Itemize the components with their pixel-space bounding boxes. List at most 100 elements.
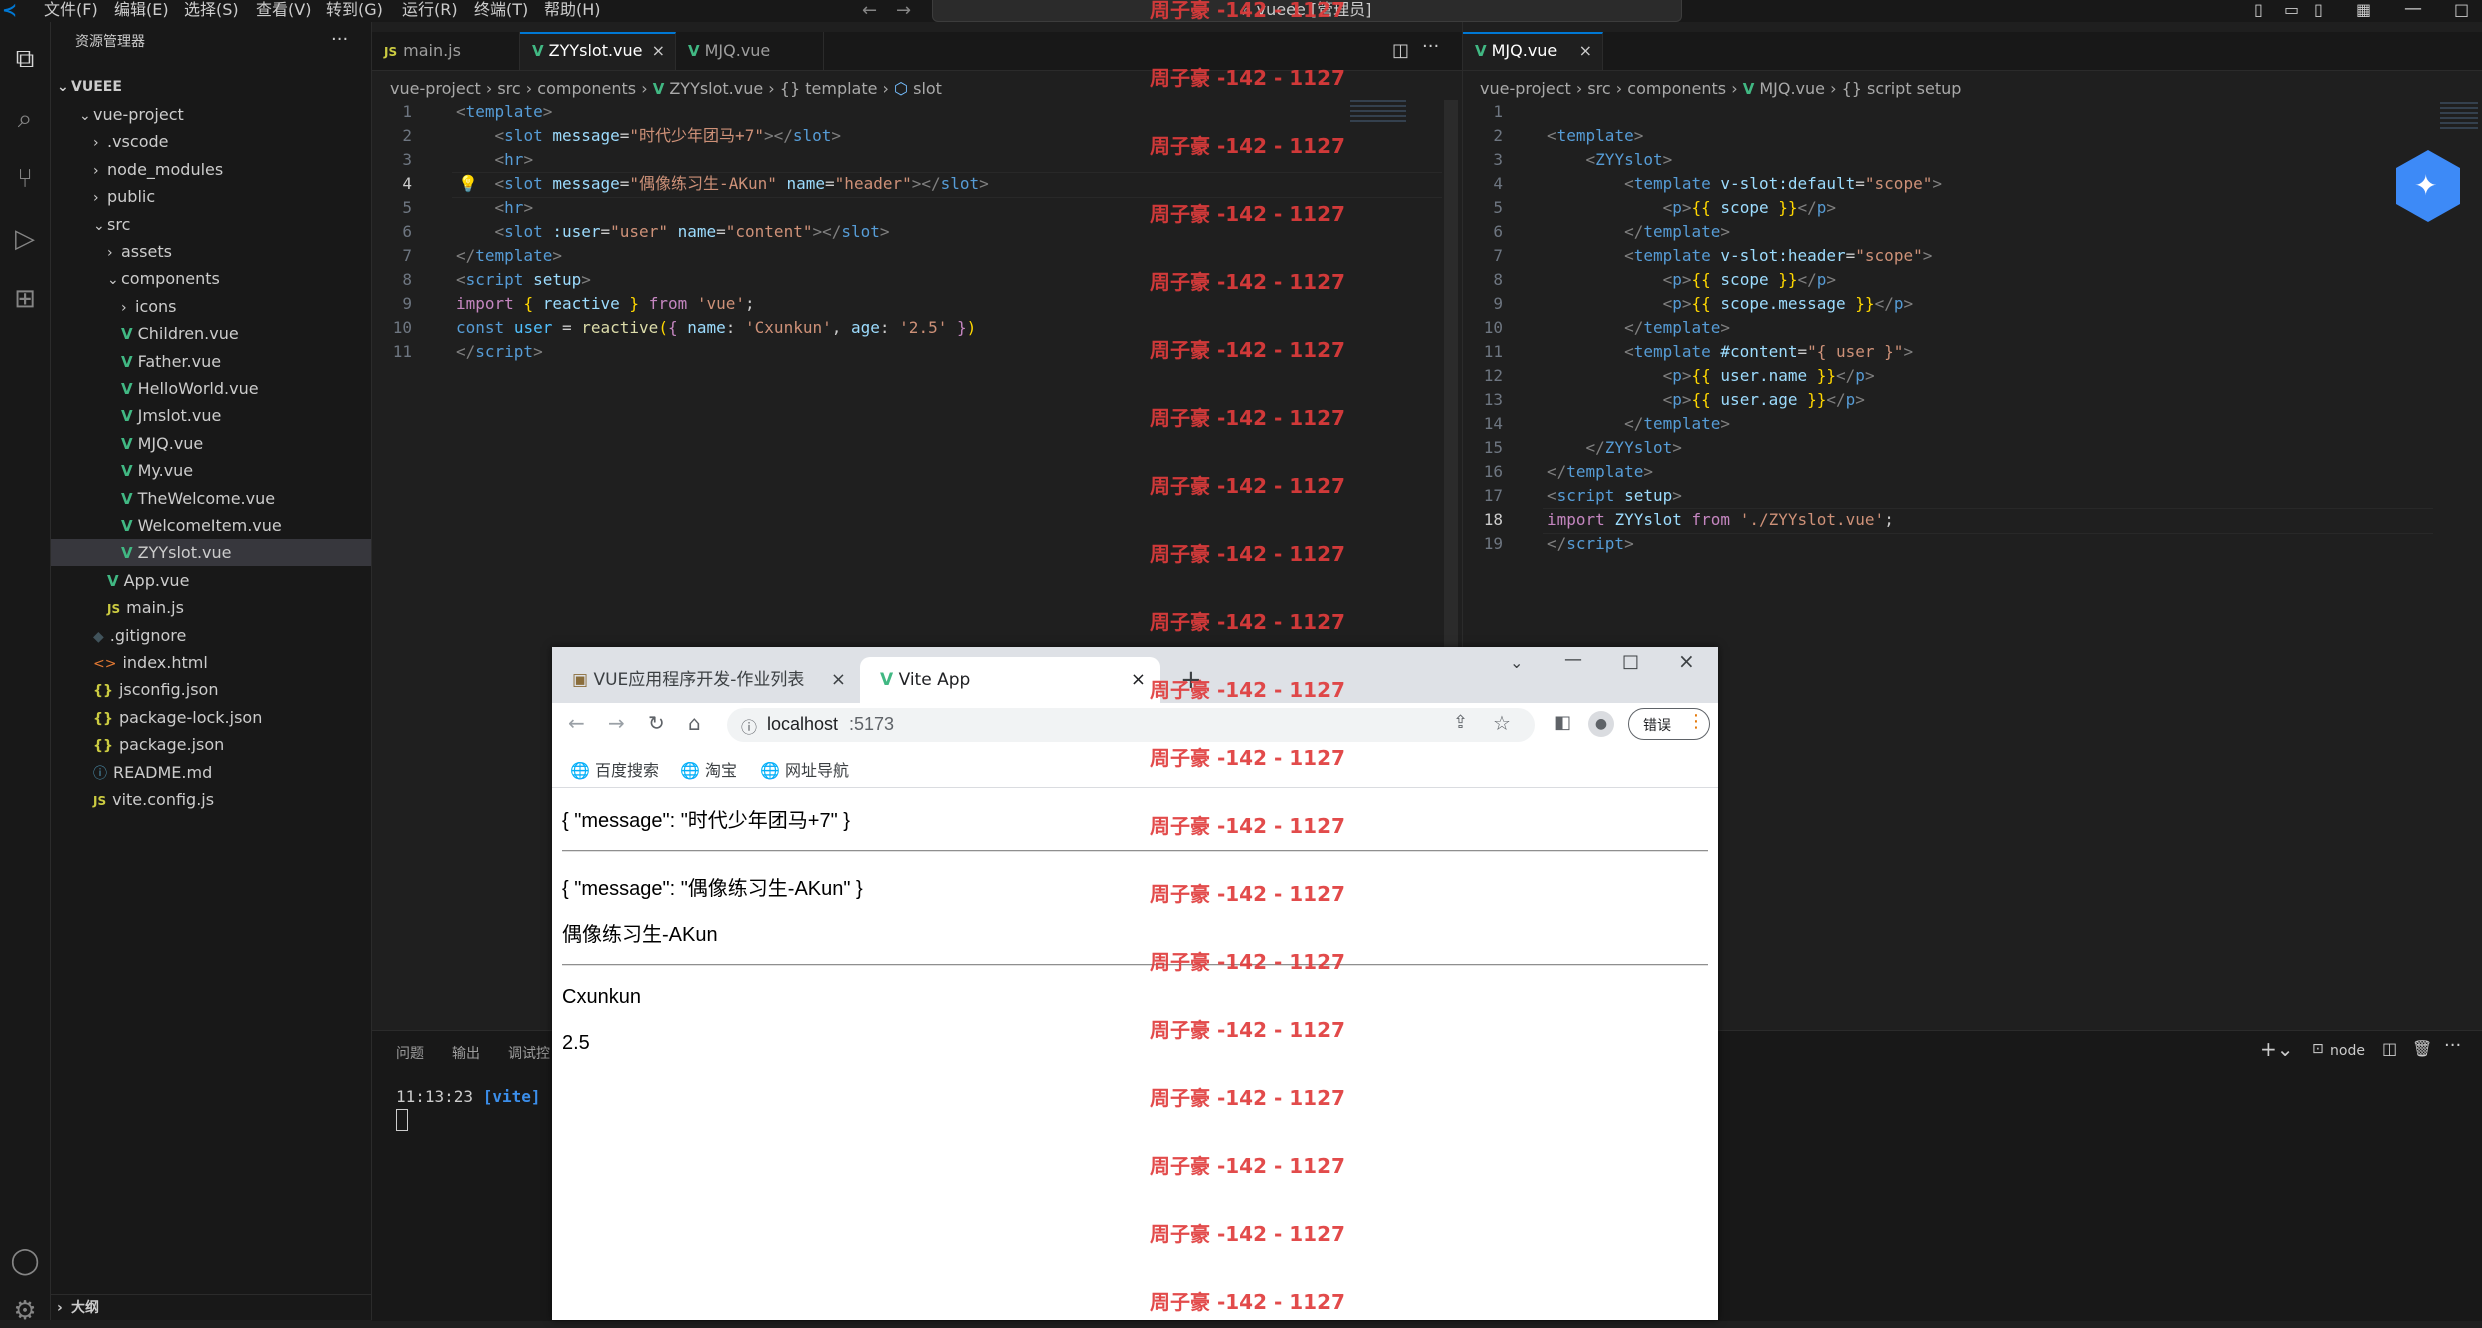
split-terminal-icon[interactable]: ◫ — [2382, 1039, 2397, 1058]
menu-terminal[interactable]: 终端(T) — [474, 0, 528, 22]
crumb[interactable]: ZYYslot.vue — [669, 79, 763, 98]
bookmark-star-icon[interactable]: ☆ — [1493, 711, 1511, 735]
split-editor-icon[interactable]: ◫ — [1392, 40, 1409, 61]
crumb[interactable]: vue-project — [1480, 79, 1571, 98]
crumb[interactable]: components — [537, 79, 636, 98]
outline-section[interactable]: › 大纲 — [51, 1294, 371, 1322]
tree-item[interactable]: ⓘ README.md — [51, 759, 371, 786]
tree-item[interactable]: JS vite.config.js — [51, 786, 371, 813]
tree-item[interactable]: ⌄ vue-project — [51, 101, 371, 128]
trash-icon[interactable]: 🗑 — [2412, 1039, 2432, 1058]
tab-search-chevron-icon[interactable]: ⌄ — [1510, 653, 1523, 672]
close-icon[interactable]: × — [652, 34, 665, 68]
site-info-icon[interactable]: ⓘ — [741, 714, 757, 738]
run-debug-icon[interactable]: ▷ — [8, 222, 42, 256]
tree-item[interactable]: V MJQ.vue — [51, 430, 371, 457]
tree-item[interactable]: JS main.js — [51, 594, 371, 621]
bookmark-taobao[interactable]: 🌐 淘宝 — [680, 757, 737, 781]
menu-edit[interactable]: 编辑(E) — [114, 0, 169, 22]
menu-go[interactable]: 转到(G) — [326, 0, 383, 22]
browser-tab-vite-app[interactable]: V Vite App × — [860, 657, 1160, 703]
panel-tab-debug-console[interactable]: 调试控 — [508, 1043, 550, 1063]
more-actions-icon[interactable]: ··· — [331, 22, 348, 62]
back-arrow-icon[interactable]: ← — [862, 0, 877, 21]
tree-item[interactable]: <> index.html — [51, 649, 371, 676]
extensions-icon[interactable]: ⊞ — [8, 282, 42, 316]
tree-item[interactable]: V TheWelcome.vue — [51, 485, 371, 512]
bookmark-baidu[interactable]: 🌐 百度搜索 — [570, 757, 659, 781]
crumb[interactable]: MJQ.vue — [1759, 79, 1825, 98]
tab-main-js[interactable]: JS main.js — [372, 32, 520, 70]
tree-item[interactable]: › .vscode — [51, 128, 371, 155]
explorer-icon[interactable]: ⧉ — [8, 42, 42, 76]
panel-tab-output[interactable]: 输出 — [452, 1043, 480, 1063]
panel-tab-problems[interactable]: 问题 — [396, 1043, 424, 1063]
terminal-output[interactable]: 11:13:23 [vite] ( — [396, 1087, 560, 1106]
share-icon[interactable]: ⇪ — [1453, 712, 1468, 733]
tree-item[interactable]: › node_modules — [51, 156, 371, 183]
back-arrow-icon[interactable]: ← — [568, 711, 585, 735]
side-panel-icon[interactable]: ◧ — [1554, 712, 1571, 733]
home-icon[interactable]: ⌂ — [688, 711, 701, 735]
bookmark-nav[interactable]: 🌐 网址导航 — [760, 757, 849, 781]
crumb[interactable]: components — [1627, 79, 1726, 98]
settings-gear-icon[interactable]: ⚙ — [8, 1294, 42, 1328]
close-icon[interactable]: × — [1131, 657, 1146, 703]
forward-arrow-icon[interactable]: → — [608, 711, 625, 735]
tree-item[interactable]: › assets — [51, 238, 371, 265]
tree-item[interactable]: V ZYYslot.vue — [51, 539, 371, 567]
reload-icon[interactable]: ↻ — [648, 711, 665, 735]
tree-item[interactable]: V Jmslot.vue — [51, 402, 371, 429]
more-actions-icon[interactable]: ··· — [1422, 36, 1439, 57]
tab-mjq-vue-right[interactable]: V MJQ.vue × — [1463, 32, 1603, 70]
more-actions-icon[interactable]: ··· — [2444, 1035, 2461, 1056]
tree-item[interactable]: V My.vue — [51, 457, 371, 484]
maximize-window-icon[interactable]: □ — [2454, 0, 2469, 19]
toggle-panel-icon[interactable]: ▭ — [2284, 0, 2299, 19]
browser-tab-homework[interactable]: ▣ VUE应用程序开发-作业列表 × — [552, 657, 860, 703]
minimize-window-icon[interactable]: — — [1564, 649, 1582, 670]
tab-zyyslot-vue[interactable]: V ZYYslot.vue × — [520, 32, 676, 70]
close-icon[interactable]: × — [831, 657, 846, 703]
close-window-icon[interactable]: × — [1678, 649, 1695, 673]
menu-help[interactable]: 帮助(H) — [544, 0, 601, 22]
tree-item[interactable]: {} package-lock.json — [51, 704, 371, 731]
new-terminal-icon[interactable]: +⌄ — [2260, 1037, 2294, 1061]
menu-view[interactable]: 查看(V) — [256, 0, 311, 22]
address-bar[interactable]: ⓘ localhost :5173 ⇪ ☆ — [727, 708, 1535, 742]
close-icon[interactable]: × — [1579, 34, 1592, 68]
source-control-icon[interactable]: ⑂ — [8, 162, 42, 196]
account-icon[interactable]: ◯ — [8, 1244, 42, 1278]
workspace-root[interactable]: ⌄ VUEEE — [51, 74, 371, 101]
tree-item[interactable]: V HelloWorld.vue — [51, 375, 371, 402]
toggle-secondary-sidebar-icon[interactable]: ▯ — [2314, 0, 2323, 19]
crumb[interactable]: vue-project — [390, 79, 481, 98]
toggle-sidebar-icon[interactable]: ▯ — [2254, 0, 2263, 19]
terminal-name[interactable]: node — [2330, 1043, 2365, 1059]
menu-selection[interactable]: 选择(S) — [184, 0, 239, 22]
tree-item[interactable]: ⌄ src — [51, 211, 371, 238]
tree-item[interactable]: V WelcomeItem.vue — [51, 512, 371, 539]
maximize-window-icon[interactable]: □ — [1622, 651, 1639, 672]
tree-item[interactable]: V App.vue — [51, 567, 371, 594]
minimize-window-icon[interactable]: — — [2404, 0, 2422, 19]
menu-file[interactable]: 文件(F) — [44, 0, 98, 22]
tree-item[interactable]: ◆ .gitignore — [51, 622, 371, 649]
error-button[interactable]: 错误 ⋮ — [1628, 708, 1710, 740]
crumb[interactable]: slot — [913, 79, 942, 98]
tree-item[interactable]: ⌄ components — [51, 265, 371, 292]
tab-mjq-vue[interactable]: V MJQ.vue — [676, 32, 824, 70]
crumb[interactable]: src — [1587, 79, 1610, 98]
tree-item[interactable]: › icons — [51, 293, 371, 320]
tree-item[interactable]: › public — [51, 183, 371, 210]
forward-arrow-icon[interactable]: → — [896, 0, 911, 21]
tree-item[interactable]: {} package.json — [51, 731, 371, 758]
tree-item[interactable]: V Children.vue — [51, 320, 371, 347]
menu-run[interactable]: 运行(R) — [402, 0, 458, 22]
crumb[interactable]: {} template — [780, 79, 878, 98]
profile-avatar[interactable]: ● — [1588, 711, 1614, 737]
tree-item[interactable]: {} jsconfig.json — [51, 676, 371, 703]
crumb[interactable]: {} script setup — [1842, 79, 1962, 98]
search-icon[interactable]: ⌕ — [8, 102, 42, 136]
crumb[interactable]: src — [497, 79, 520, 98]
